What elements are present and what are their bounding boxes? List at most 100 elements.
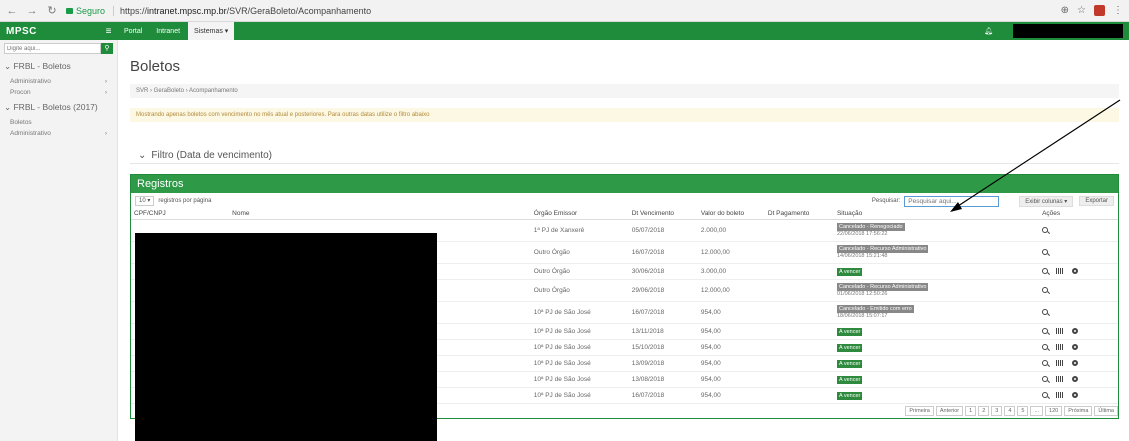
- barcode-icon[interactable]: [1056, 392, 1065, 398]
- sidebar-group-frbl-2017[interactable]: ⌄ FRBL - Boletos (2017): [0, 98, 117, 117]
- chevron-right-icon: ›: [104, 130, 107, 137]
- page-title: Boletos: [130, 58, 181, 75]
- zoom-icon[interactable]: ⊕: [1061, 5, 1069, 16]
- cell-vencimento: 16/07/2018: [628, 241, 698, 264]
- secure-indicator[interactable]: Seguro: [66, 6, 105, 16]
- reload-icon[interactable]: ↻: [46, 4, 58, 17]
- pager-button[interactable]: 120: [1045, 405, 1063, 416]
- sidebar-item-procon[interactable]: Procon ›: [0, 87, 117, 98]
- view-icon[interactable]: [1042, 392, 1049, 398]
- lock-icon: [66, 7, 73, 14]
- address-bar[interactable]: https://intranet.mpsc.mp.br/SVR/GeraBole…: [113, 5, 371, 16]
- sidebar-search-input[interactable]: [4, 43, 101, 54]
- view-icon[interactable]: [1042, 287, 1049, 293]
- column-header[interactable]: Valor do boleto: [697, 209, 765, 220]
- cell-valor: 12.000,00: [697, 279, 765, 302]
- pager-button[interactable]: 1: [965, 405, 977, 416]
- cell-valor: 954,00: [697, 301, 765, 324]
- column-header[interactable]: Ações: [1039, 209, 1118, 220]
- pager-button[interactable]: 4: [1004, 405, 1016, 416]
- pager-button[interactable]: ...: [1030, 405, 1044, 416]
- search-icon[interactable]: ⚲: [101, 43, 113, 54]
- nav-portal[interactable]: Portal: [118, 24, 148, 39]
- status-badge: Cancelado - Recurso Administrativo: [836, 245, 929, 253]
- bell-icon[interactable]: 🔔︎: [984, 27, 993, 35]
- barcode-icon[interactable]: [1056, 376, 1065, 382]
- status-badge: Cancelado - Recurso Administrativo: [836, 283, 929, 291]
- cancel-icon[interactable]: [1072, 392, 1079, 398]
- app-logo[interactable]: MPSC: [6, 26, 37, 37]
- export-button[interactable]: Exportar: [1079, 196, 1114, 206]
- cancel-icon[interactable]: [1072, 328, 1079, 334]
- star-icon[interactable]: ☆: [1077, 5, 1086, 16]
- status-date: 14/06/2018 15:21:48: [836, 253, 888, 259]
- nav-sistemas[interactable]: Sistemas ▾: [188, 22, 235, 40]
- chevron-right-icon: ›: [104, 89, 107, 96]
- filter-toggle[interactable]: ⌄ Filtro (Data de vencimento): [130, 148, 1119, 164]
- nav-intranet[interactable]: Intranet: [150, 24, 186, 39]
- status-badge: Cancelado - Emitido com erro: [836, 305, 914, 313]
- cell-valor: 954,00: [697, 339, 765, 356]
- table-search-input[interactable]: [904, 195, 1000, 207]
- cell-vencimento: 13/11/2018: [628, 323, 698, 340]
- back-icon[interactable]: ←: [6, 5, 18, 17]
- view-icon[interactable]: [1042, 268, 1049, 274]
- cancel-icon[interactable]: [1072, 268, 1079, 274]
- cell-pagamento: [764, 387, 834, 404]
- cell-valor: 954,00: [697, 323, 765, 340]
- barcode-icon[interactable]: [1056, 344, 1065, 350]
- chevron-right-icon: ›: [104, 78, 107, 85]
- barcode-icon[interactable]: [1056, 268, 1065, 274]
- pager-button[interactable]: Última: [1094, 405, 1118, 416]
- cell-vencimento: 30/06/2018: [628, 263, 698, 280]
- pager-button[interactable]: 3: [991, 405, 1003, 416]
- cell-orgao: Outro Órgão: [530, 279, 629, 302]
- view-icon[interactable]: [1042, 328, 1049, 334]
- column-header[interactable]: Dt Pagamento: [764, 209, 834, 220]
- panel-title: Registros: [131, 175, 1118, 193]
- cell-situacao: Cancelado - Renegociado 22/06/2018 17:56:…: [833, 219, 1040, 242]
- page-size-select[interactable]: 10 ▾: [135, 196, 155, 206]
- hamburger-icon[interactable]: ≡: [106, 26, 112, 37]
- extension-icon[interactable]: [1094, 5, 1105, 16]
- pager-button[interactable]: 2: [978, 405, 990, 416]
- view-icon[interactable]: [1042, 309, 1049, 315]
- sidebar-group-frbl[interactable]: ⌄ FRBL - Boletos: [0, 57, 117, 76]
- cell-situacao: A vencer: [833, 387, 1040, 404]
- pager-button[interactable]: 5: [1017, 405, 1029, 416]
- column-header[interactable]: Situação: [833, 209, 1040, 220]
- cell-valor: 954,00: [697, 387, 765, 404]
- cell-orgao: 10ª PJ de São José: [530, 355, 629, 372]
- view-icon[interactable]: [1042, 249, 1049, 255]
- cell-valor: 12.000,00: [697, 241, 765, 264]
- cell-orgao: 10ª PJ de São José: [530, 339, 629, 356]
- cancel-icon[interactable]: [1072, 376, 1079, 382]
- sidebar-item-boletos[interactable]: Boletos: [0, 117, 117, 128]
- pager-button[interactable]: Próxima: [1064, 405, 1093, 416]
- cancel-icon[interactable]: [1072, 344, 1079, 350]
- column-header[interactable]: Nome: [229, 209, 531, 220]
- view-icon[interactable]: [1042, 360, 1049, 366]
- cell-orgao: 10ª PJ de São José: [530, 301, 629, 324]
- forward-icon[interactable]: →: [26, 5, 38, 17]
- sidebar-item-administrativo[interactable]: Administrativo ›: [0, 76, 117, 87]
- column-header[interactable]: CPF/CNPJ: [131, 209, 230, 220]
- breadcrumb: SVR › GeraBoleto › Acompanhamento: [130, 84, 1119, 98]
- pager-button[interactable]: Anterior: [935, 405, 964, 416]
- column-header[interactable]: Órgão Emissor: [530, 209, 629, 220]
- barcode-icon[interactable]: [1056, 328, 1065, 334]
- barcode-icon[interactable]: [1056, 360, 1065, 366]
- column-header[interactable]: Dt Vencimento: [628, 209, 698, 220]
- cell-pagamento: [764, 355, 834, 372]
- cell-valor: 2.000,00: [697, 219, 765, 242]
- columns-button[interactable]: Exibir colunas ▾: [1019, 195, 1074, 207]
- pager-button[interactable]: Primeira: [905, 405, 934, 416]
- menu-icon[interactable]: ⋮: [1113, 5, 1123, 16]
- view-icon[interactable]: [1042, 344, 1049, 350]
- sidebar-item-administrativo-2017[interactable]: Administrativo ›: [0, 128, 117, 139]
- chevron-down-icon: ⌄: [138, 150, 147, 161]
- app-topbar: MPSC ≡ Portal Intranet Sistemas ▾ 🔔︎: [0, 22, 1129, 40]
- view-icon[interactable]: [1042, 227, 1049, 233]
- cancel-icon[interactable]: [1072, 360, 1079, 366]
- view-icon[interactable]: [1042, 376, 1049, 382]
